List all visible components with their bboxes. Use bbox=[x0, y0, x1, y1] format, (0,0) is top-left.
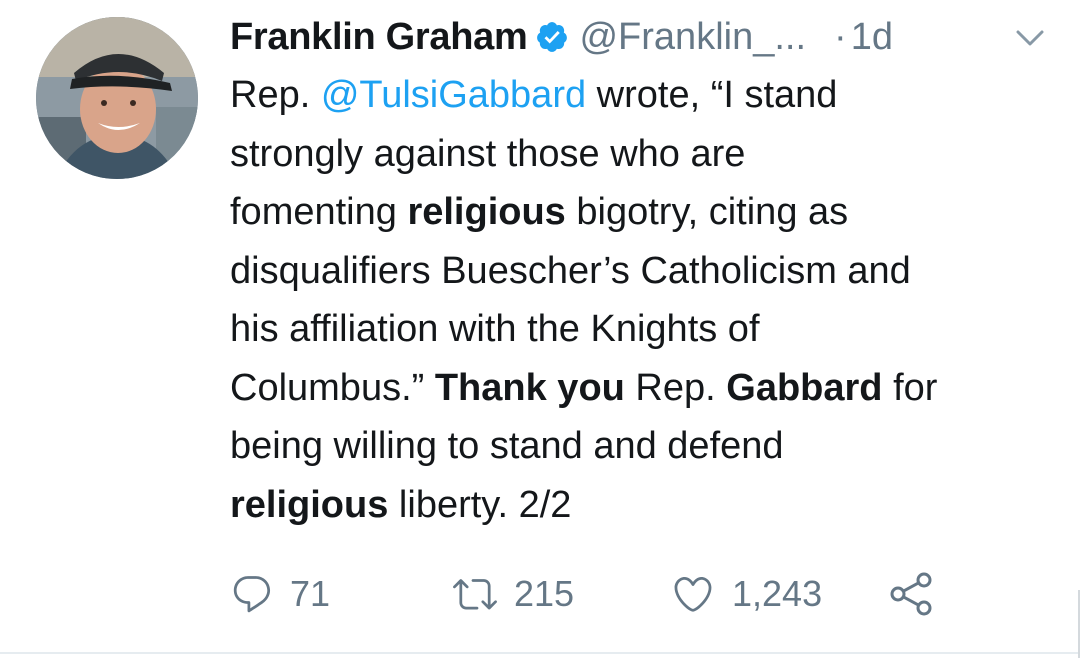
share-icon bbox=[886, 572, 936, 616]
tweet-text-line: religious liberty. 2/2 bbox=[230, 476, 1060, 535]
reply-button[interactable]: 71 bbox=[230, 566, 330, 622]
like-button[interactable]: 1,243 bbox=[670, 566, 822, 622]
verified-badge-icon bbox=[535, 20, 569, 54]
text-segment: being willing to stand and defend bbox=[230, 425, 784, 467]
tweet-text-line: his affiliation with the Knights of bbox=[230, 300, 1060, 359]
tweet-text-line: strongly against those who are bbox=[230, 125, 1060, 184]
tweet-text: Rep. @TulsiGabbard wrote, “I stand strong… bbox=[230, 66, 1060, 534]
tweet-header: Franklin Graham @Franklin_... · 1d bbox=[230, 10, 893, 64]
tweet[interactable]: Franklin Graham @Franklin_... · 1d Rep. … bbox=[0, 0, 1080, 658]
text-segment: wrote, “I stand bbox=[586, 74, 838, 116]
emphasized-text: religious bbox=[230, 483, 389, 526]
text-segment: strongly against those who are bbox=[230, 132, 746, 175]
retweet-button[interactable]: 215 bbox=[452, 566, 574, 622]
text-segment: Columbus.” bbox=[230, 366, 435, 409]
text-segment: fomenting bbox=[230, 191, 408, 233]
avatar[interactable] bbox=[36, 17, 198, 179]
text-segment: disqualifiers Buescher’s Catholicism and bbox=[230, 249, 911, 292]
tweet-text-line: Rep. @TulsiGabbard wrote, “I stand bbox=[230, 66, 1060, 125]
tweet-text-line: disqualifiers Buescher’s Catholicism and bbox=[230, 242, 1060, 301]
text-segment: Rep. bbox=[624, 366, 727, 409]
like-count: 1,243 bbox=[732, 573, 823, 614]
tweet-text-line: fomenting religious bigotry, citing as bbox=[230, 183, 1060, 242]
text-segment: his affiliation with the Knights of bbox=[230, 308, 760, 350]
author-name[interactable]: Franklin Graham bbox=[230, 16, 528, 59]
emphasized-text: religious bbox=[407, 191, 566, 233]
mention-link[interactable]: @TulsiGabbard bbox=[321, 74, 586, 116]
action-bar: 71 215 1,243 bbox=[230, 566, 990, 622]
tweet-text-line: Columbus.” Thank you Rep. Gabbard for bbox=[230, 359, 1060, 418]
divider bbox=[0, 652, 1080, 654]
retweet-count: 215 bbox=[514, 573, 575, 614]
text-segment: Rep. bbox=[230, 74, 321, 116]
tweet-text-line: being willing to stand and defend bbox=[230, 417, 1060, 476]
text-segment: liberty. 2/2 bbox=[388, 483, 572, 526]
text-segment: for bbox=[882, 366, 938, 409]
author-handle[interactable]: @Franklin_... bbox=[579, 16, 806, 59]
separator-dot: · bbox=[834, 15, 847, 58]
like-icon bbox=[670, 572, 716, 616]
chevron-down-icon[interactable] bbox=[1014, 26, 1046, 50]
reply-icon bbox=[230, 572, 274, 616]
emphasized-text: Gabbard bbox=[726, 366, 883, 409]
emphasized-text: Thank you bbox=[434, 366, 625, 409]
timestamp[interactable]: 1d bbox=[851, 16, 893, 59]
share-button[interactable] bbox=[886, 566, 936, 622]
text-segment: bigotry, citing as bbox=[565, 191, 849, 233]
reply-count: 71 bbox=[290, 573, 331, 614]
retweet-icon bbox=[452, 572, 498, 616]
